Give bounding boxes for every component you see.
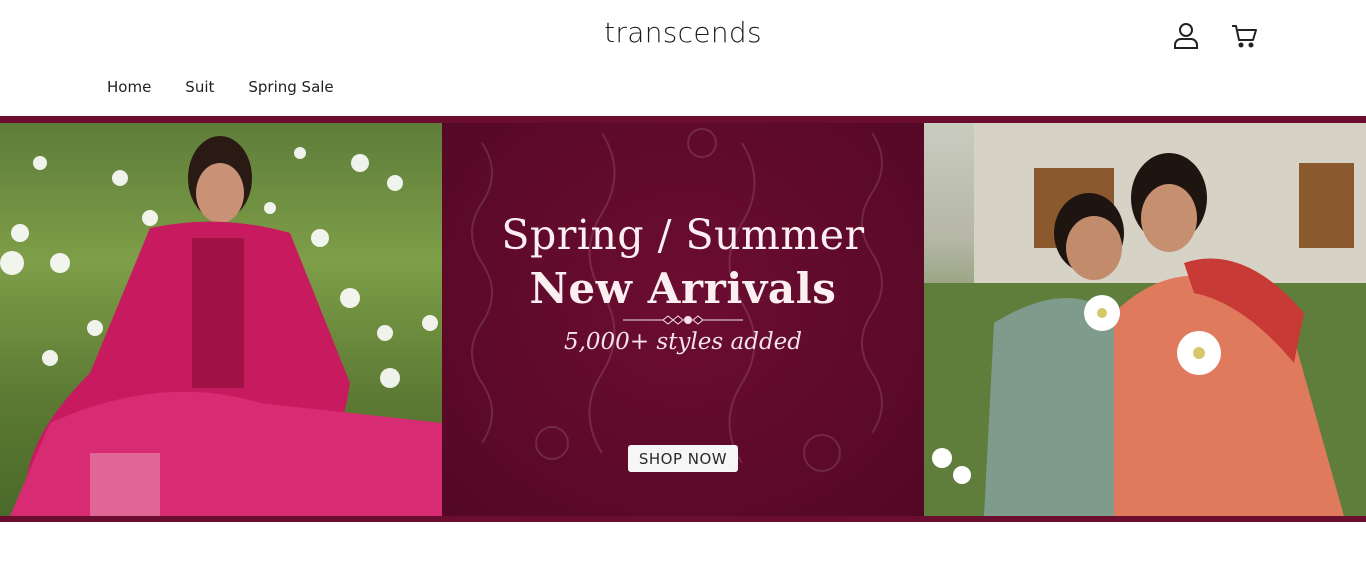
cart-icon[interactable] (1230, 22, 1258, 50)
hero-banner[interactable]: Spring / Summer New Arrivals 5,000+ styl… (0, 116, 1366, 522)
header-icons (1172, 22, 1258, 50)
banner-border-top (0, 116, 1366, 123)
hero-photo-right (924, 123, 1366, 516)
nav-item-home[interactable]: Home (107, 78, 151, 96)
account-icon[interactable] (1172, 22, 1200, 50)
banner-subheadline: 5,000+ styles added (563, 329, 803, 355)
banner-headline-line2: New Arrivals (529, 264, 837, 313)
nav-item-spring-sale[interactable]: Spring Sale (248, 78, 333, 96)
site-header: transcends Home Suit Spring Sale (0, 0, 1366, 116)
ornamental-divider (442, 314, 924, 326)
shop-now-button[interactable]: SHOP NOW (628, 445, 738, 472)
hero-center-panel: Spring / Summer New Arrivals 5,000+ styl… (442, 123, 924, 516)
banner-headline-line1: Spring / Summer (501, 211, 865, 259)
site-logo[interactable]: transcends (0, 16, 1366, 49)
main-nav: Home Suit Spring Sale (107, 78, 334, 96)
nav-item-suit[interactable]: Suit (185, 78, 214, 96)
banner-border-bottom (0, 516, 1366, 522)
hero-photo-left (0, 123, 442, 516)
